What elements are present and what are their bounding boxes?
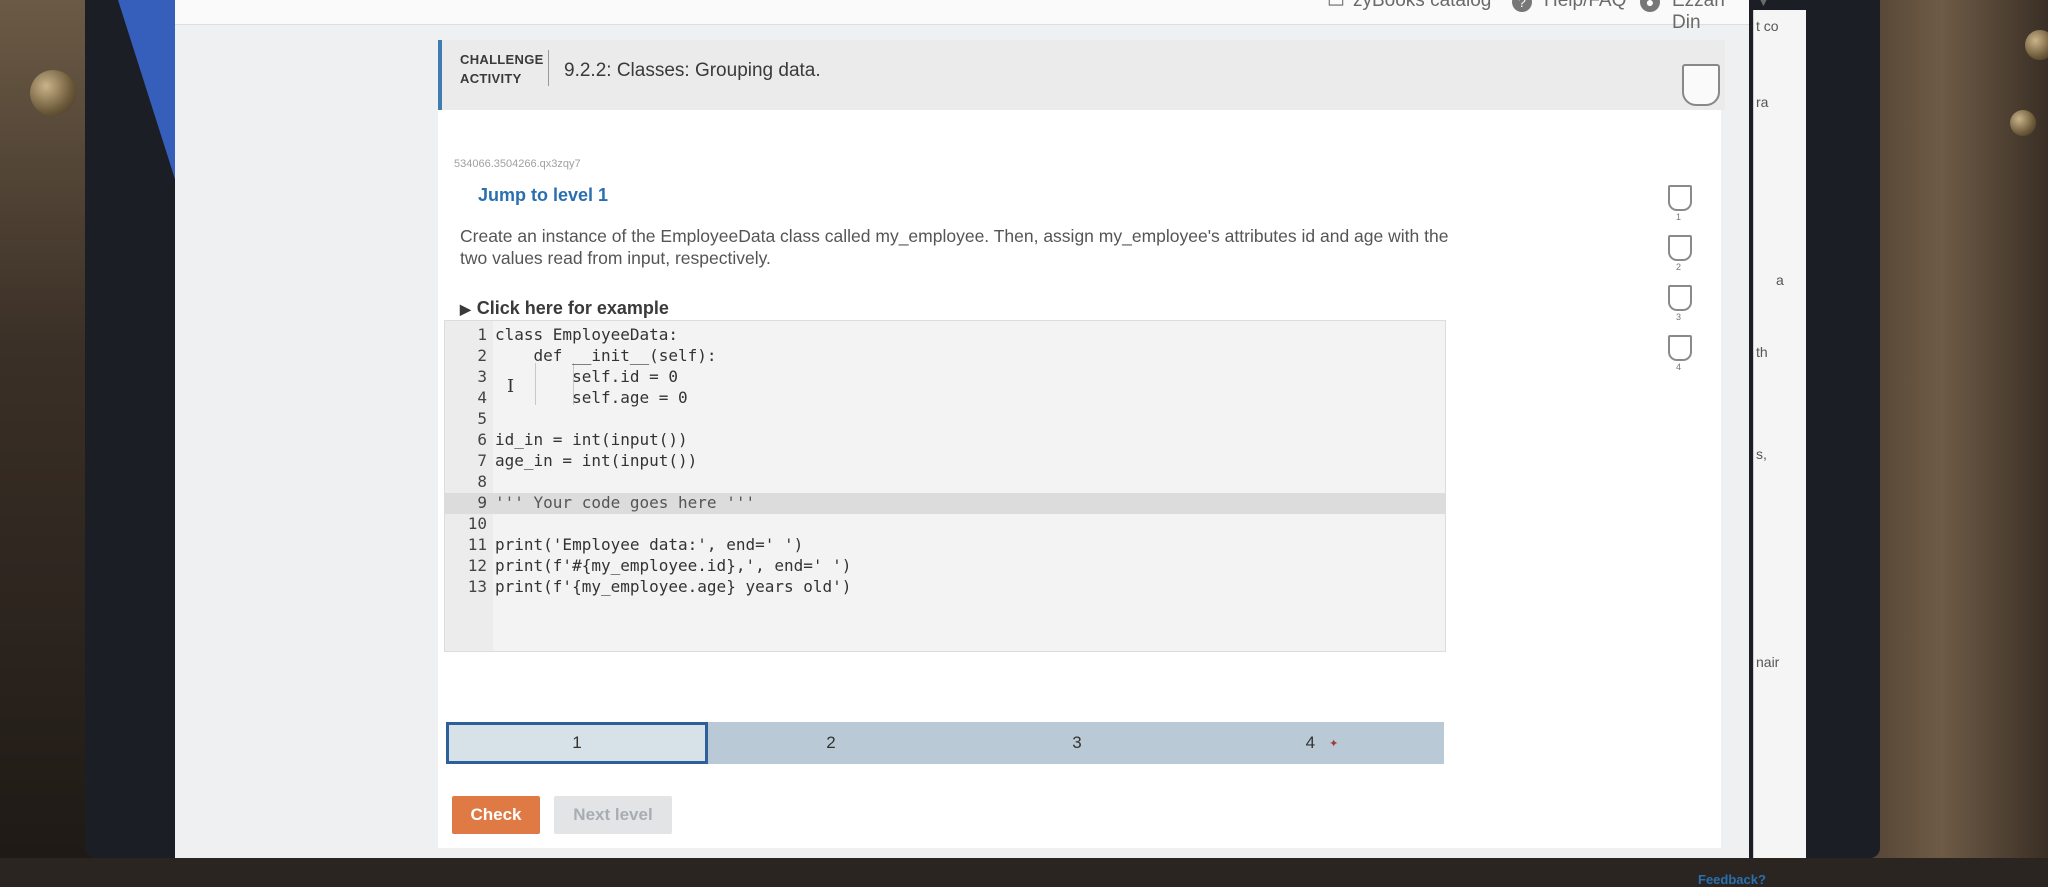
catalog-link[interactable]: zyBooks catalog bbox=[1353, 0, 1491, 12]
feedback-link[interactable]: Feedback? bbox=[1698, 872, 1766, 887]
check-button[interactable]: Check bbox=[452, 796, 540, 834]
jump-to-level-link[interactable]: Jump to level 1 bbox=[478, 185, 608, 206]
code-line[interactable]: 7 age_in = int(input()) bbox=[445, 451, 1445, 472]
help-icon[interactable]: ? bbox=[1512, 0, 1532, 12]
decorative-knob bbox=[30, 70, 76, 116]
help-link[interactable]: Help/FAQ bbox=[1544, 0, 1626, 12]
browser-screen: ▭ zyBooks catalog ? Help/FAQ ● Ezzan Din… bbox=[175, 0, 1806, 887]
instruction-text: Create an instance of the EmployeeData c… bbox=[460, 226, 1449, 268]
level-label: 4 bbox=[1305, 733, 1316, 752]
level-progress-bar: 1 2 3 4 ✦ bbox=[446, 722, 1444, 764]
decorative-knob bbox=[2010, 110, 2036, 136]
code-line[interactable]: 5 bbox=[445, 409, 1445, 430]
activity-title: 9.2.2: Classes: Grouping data. bbox=[564, 60, 821, 81]
line-number: 4 bbox=[477, 388, 487, 407]
activity-header: CHALLENGE ACTIVITY 9.2.2: Classes: Group… bbox=[438, 40, 1725, 110]
line-number: 11 bbox=[467, 535, 487, 554]
line-number: 1 bbox=[477, 325, 487, 344]
code-line[interactable]: 3 self.id = 0 bbox=[445, 367, 1445, 388]
level-marker: 1 bbox=[1676, 212, 1682, 222]
panel-fragment: th bbox=[1756, 344, 1768, 360]
level-2-status-icon[interactable] bbox=[1668, 235, 1692, 261]
level-1-segment[interactable]: 1 bbox=[446, 722, 708, 764]
level-marker: 4 bbox=[1676, 362, 1682, 372]
next-level-button[interactable]: Next level bbox=[554, 796, 672, 834]
line-number: 9 bbox=[477, 493, 487, 512]
adjacent-panel: t co ra a th s, nair bbox=[1753, 10, 1806, 858]
header-divider bbox=[548, 50, 549, 86]
code-line[interactable]: 6 id_in = int(input()) bbox=[445, 430, 1445, 451]
code-line[interactable]: 12 print(f'#{my_employee.id},', end=' ') bbox=[445, 556, 1445, 577]
panel-fragment: a bbox=[1776, 272, 1784, 288]
code-text: print('Employee data:', end=' ') bbox=[495, 535, 804, 554]
level-4-segment[interactable]: 4 ✦ bbox=[1200, 722, 1444, 764]
level-label: 3 bbox=[1072, 733, 1082, 752]
user-name-menu[interactable]: Ezzan Din bbox=[1672, 0, 1749, 34]
level-label: 2 bbox=[826, 733, 836, 752]
level-3-segment[interactable]: 3 bbox=[954, 722, 1200, 764]
activity-id: 534066.3504266.qx3zqy7 bbox=[454, 158, 581, 170]
example-toggle-label: Click here for example bbox=[476, 298, 669, 318]
code-line[interactable]: 10 bbox=[445, 514, 1445, 535]
level-1-status-icon[interactable] bbox=[1668, 185, 1692, 211]
line-number: 8 bbox=[477, 472, 487, 491]
line-number: 10 bbox=[467, 514, 487, 533]
line-number: 12 bbox=[467, 556, 487, 575]
code-text: class EmployeeData: bbox=[495, 325, 679, 344]
code-line[interactable]: 13 print(f'{my_employee.age} years old') bbox=[445, 577, 1445, 598]
panel-fragment: ra bbox=[1756, 94, 1769, 110]
code-line[interactable]: 8 bbox=[445, 472, 1445, 493]
code-line[interactable]: 2 def __init__(self): bbox=[445, 346, 1445, 367]
line-number: 3 bbox=[477, 367, 487, 386]
code-line[interactable]: 1 class EmployeeData: bbox=[445, 325, 1445, 346]
code-editor[interactable]: 1 class EmployeeData: 2 def __init__(self… bbox=[444, 320, 1446, 652]
user-avatar-icon[interactable]: ● bbox=[1640, 0, 1660, 12]
catalog-icon[interactable]: ▭ bbox=[1327, 0, 1345, 13]
triangle-right-icon: ▶ bbox=[460, 301, 471, 317]
code-line[interactable]: 11 print('Employee data:', end=' ') bbox=[445, 535, 1445, 556]
code-text: ''' Your code goes here ''' bbox=[495, 493, 756, 512]
activity-type-line2: ACTIVITY bbox=[460, 71, 522, 86]
top-nav-bar: ▭ zyBooks catalog ? Help/FAQ ● Ezzan Din… bbox=[175, 0, 1770, 33]
code-text: print(f'{my_employee.age} years old') bbox=[495, 577, 852, 596]
star-icon: ✦ bbox=[1329, 737, 1339, 750]
decorative-knob bbox=[2025, 30, 2048, 60]
level-marker: 3 bbox=[1676, 312, 1682, 322]
code-text: id_in = int(input()) bbox=[495, 430, 688, 449]
level-2-segment[interactable]: 2 bbox=[708, 722, 954, 764]
level-label: 1 bbox=[572, 733, 582, 752]
code-text: self.age = 0 bbox=[495, 388, 688, 407]
code-text: def __init__(self): bbox=[495, 346, 717, 365]
level-marker: 2 bbox=[1676, 262, 1682, 272]
line-number: 5 bbox=[477, 409, 487, 428]
challenge-activity-card: CHALLENGE ACTIVITY 9.2.2: Classes: Group… bbox=[438, 40, 1766, 887]
code-text: self.id = 0 bbox=[495, 367, 679, 386]
text-cursor-icon: I bbox=[507, 376, 515, 397]
example-toggle[interactable]: ▶ Click here for example bbox=[460, 298, 669, 319]
code-text: print(f'#{my_employee.id},', end=' ') bbox=[495, 556, 852, 575]
chevron-down-icon[interactable]: ▼ bbox=[1757, 0, 1770, 9]
code-line[interactable]: 4 self.age = 0 bbox=[445, 388, 1445, 409]
completion-badge-icon bbox=[1682, 64, 1720, 106]
line-number: 2 bbox=[477, 346, 487, 365]
activity-type-label: CHALLENGE ACTIVITY bbox=[460, 50, 544, 88]
level-4-status-icon[interactable] bbox=[1668, 335, 1692, 361]
line-number: 7 bbox=[477, 451, 487, 470]
panel-fragment: nair bbox=[1756, 654, 1780, 670]
code-text: age_in = int(input()) bbox=[495, 451, 698, 470]
code-line-active[interactable]: 9 ''' Your code goes here ''' bbox=[445, 493, 1445, 514]
line-number: 6 bbox=[477, 430, 487, 449]
activity-type-line1: CHALLENGE bbox=[460, 52, 544, 67]
panel-fragment: t co bbox=[1756, 18, 1779, 34]
level-3-status-icon[interactable] bbox=[1668, 285, 1692, 311]
line-number: 13 bbox=[467, 577, 487, 596]
panel-fragment: s, bbox=[1756, 446, 1767, 462]
activity-body: 534066.3504266.qx3zqy7 Jump to level 1 C… bbox=[438, 110, 1766, 887]
